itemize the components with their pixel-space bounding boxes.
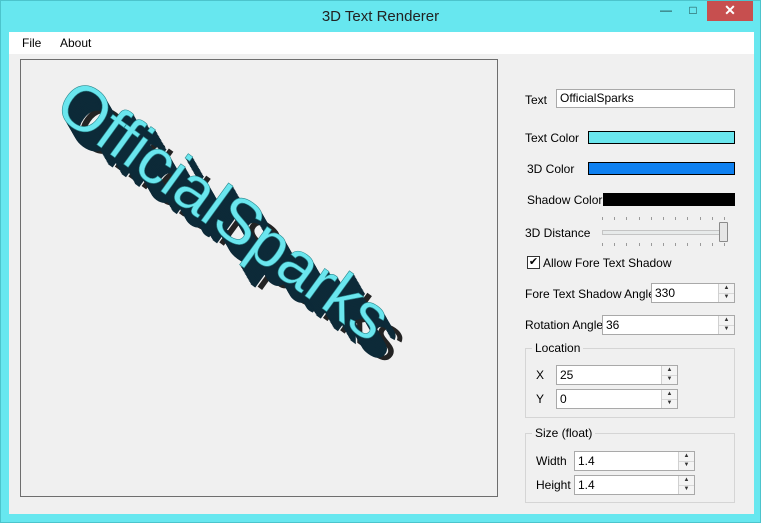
spin-down-icon[interactable]: ▼: [679, 461, 694, 470]
color3d-label: 3D Color: [527, 162, 575, 176]
size-group: Size (float) Width 1.4 ▲ ▼ Height 1.4 ▲ …: [525, 426, 735, 503]
slider-tick: [626, 217, 628, 220]
y-label: Y: [536, 392, 545, 406]
text-color-swatch[interactable]: [588, 131, 735, 144]
app-window: 3D Text Renderer — □ ✕ File About Offici…: [0, 0, 761, 523]
size-group-title: Size (float): [532, 426, 596, 440]
slider-tick: [699, 243, 701, 246]
fore-shadow-label: Allow Fore Text Shadow: [543, 256, 672, 270]
shadow-angle-spinner[interactable]: 330 ▲ ▼: [651, 283, 735, 303]
location-group-title: Location: [532, 341, 584, 355]
x-spinner[interactable]: 25 ▲ ▼: [556, 365, 678, 385]
slider-tick: [614, 243, 616, 246]
check-mark-icon: ✔: [528, 256, 539, 268]
spinner-buttons: ▲ ▼: [661, 390, 677, 408]
spin-down-icon[interactable]: ▼: [719, 325, 734, 334]
slider-tick: [711, 243, 713, 246]
text-render-svg: OfficialSparksOfficialSparksOfficialSpar…: [43, 65, 422, 377]
y-value: 0: [560, 392, 567, 406]
title-bar[interactable]: 3D Text Renderer — □ ✕: [1, 1, 760, 32]
distance-slider-thumb[interactable]: [719, 222, 728, 242]
spin-down-icon[interactable]: ▼: [679, 485, 694, 494]
spin-down-icon[interactable]: ▼: [662, 399, 677, 408]
shadow-color-label: Shadow Color: [527, 193, 603, 207]
shadow-color-swatch[interactable]: [603, 193, 735, 206]
spinner-buttons: ▲ ▼: [718, 316, 734, 334]
fore-shadow-checkbox[interactable]: ✔: [527, 256, 540, 269]
slider-tick: [699, 217, 701, 220]
minimize-button[interactable]: —: [653, 1, 679, 21]
spinner-buttons: ▲ ▼: [678, 476, 694, 494]
distance-label: 3D Distance: [525, 226, 591, 240]
spinner-buttons: ▲ ▼: [661, 366, 677, 384]
text-input[interactable]: OfficialSparks: [556, 89, 735, 108]
spinner-buttons: ▲ ▼: [678, 452, 694, 470]
width-spinner[interactable]: 1.4 ▲ ▼: [574, 451, 695, 471]
window-title: 3D Text Renderer: [321, 8, 440, 25]
y-spinner[interactable]: 0 ▲ ▼: [556, 389, 678, 409]
menu-file[interactable]: File: [22, 36, 41, 50]
rotation-label: Rotation Angle: [525, 318, 604, 332]
slider-tick: [724, 243, 725, 246]
text-face-layer: OfficialSparks: [44, 65, 405, 355]
shadow-angle-label: Fore Text Shadow Angle: [525, 287, 655, 301]
slider-tick: [626, 243, 628, 246]
slider-tick: [650, 217, 652, 220]
x-label: X: [536, 368, 545, 382]
slider-tick: [675, 243, 677, 246]
slider-tick: [663, 217, 664, 220]
client-area: File About OfficialSparks OfficialSparks O…: [9, 32, 754, 514]
text-color-label: Text Color: [525, 131, 580, 145]
spinner-buttons: ▲ ▼: [718, 284, 734, 302]
height-value: 1.4: [578, 478, 595, 492]
render-canvas: OfficialSparks OfficialSparks OfficialSpar…: [20, 59, 498, 497]
slider-tick: [724, 217, 725, 220]
slider-tick: [614, 217, 616, 220]
menu-about[interactable]: About: [60, 36, 91, 50]
rendered-3d-text: OfficialSparksOfficialSparksOfficialSpar…: [43, 65, 422, 377]
width-label: Width: [536, 454, 567, 468]
close-button[interactable]: ✕: [707, 1, 753, 21]
height-spinner[interactable]: 1.4 ▲ ▼: [574, 475, 695, 495]
rotation-value: 36: [606, 318, 620, 332]
slider-tick: [711, 217, 713, 220]
slider-tick: [602, 217, 603, 220]
x-value: 25: [560, 368, 574, 382]
height-label: Height: [536, 478, 571, 492]
rotation-spinner[interactable]: 36 ▲ ▼: [602, 315, 735, 335]
distance-slider-track[interactable]: [602, 230, 726, 235]
slider-tick: [687, 217, 689, 220]
slider-tick: [638, 217, 640, 220]
spin-down-icon[interactable]: ▼: [662, 375, 677, 384]
slider-tick: [650, 243, 652, 246]
menu-bar: File About: [9, 32, 754, 54]
maximize-button[interactable]: □: [680, 1, 706, 21]
slider-tick: [663, 243, 664, 246]
color3d-swatch[interactable]: [588, 162, 735, 175]
slider-tick: [638, 243, 640, 246]
slider-tick: [675, 217, 677, 220]
width-value: 1.4: [578, 454, 595, 468]
location-group: Location X 25 ▲ ▼ Y 0 ▲ ▼: [525, 341, 735, 418]
slider-tick: [602, 243, 603, 246]
text-label: Text: [525, 93, 548, 107]
slider-tick: [687, 243, 689, 246]
spin-down-icon[interactable]: ▼: [719, 293, 734, 302]
shadow-angle-value: 330: [655, 286, 676, 300]
